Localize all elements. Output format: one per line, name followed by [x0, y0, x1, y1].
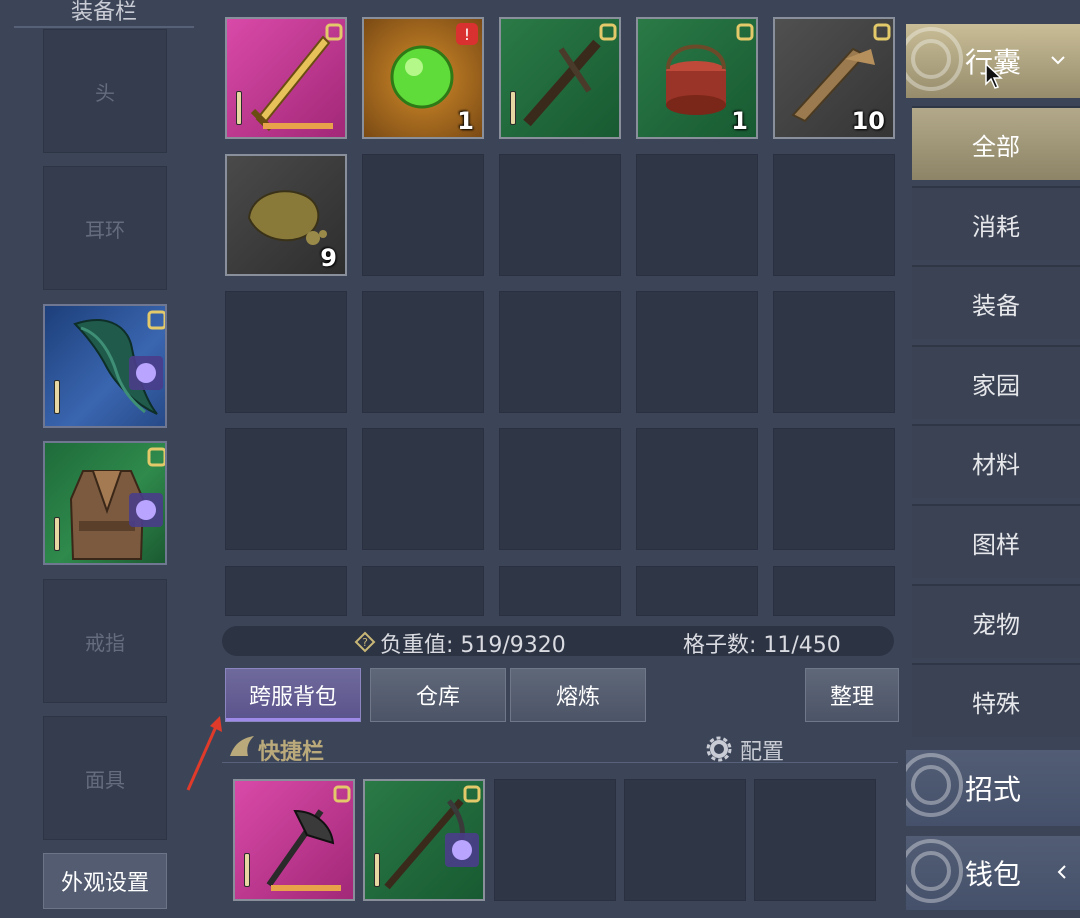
- equip-slot-earring[interactable]: 耳环: [43, 166, 167, 290]
- shortcut-divider: [222, 762, 898, 763]
- inventory-item-crossbow[interactable]: [499, 17, 621, 139]
- axe-icon: [266, 785, 351, 891]
- inventory-slot-empty[interactable]: [362, 291, 484, 413]
- inventory-slot-empty[interactable]: [225, 566, 347, 616]
- weight-label: 负重值: 519/9320: [380, 633, 566, 658]
- equip-slot-armor[interactable]: [43, 441, 167, 565]
- equip-slot-ring[interactable]: 戒指: [43, 579, 167, 703]
- equipment-title: 装备栏: [14, 0, 194, 28]
- equip-slot-head[interactable]: 头: [43, 29, 167, 153]
- tab-pets[interactable]: 宠物: [912, 584, 1080, 658]
- tab-equipment[interactable]: 装备: [912, 265, 1080, 339]
- item-quantity: 1: [457, 107, 474, 135]
- bind-marker: [510, 91, 516, 125]
- tab-materials[interactable]: 材料: [912, 424, 1080, 498]
- inventory-slot-empty[interactable]: [773, 291, 895, 413]
- equip-slot-cape[interactable]: [43, 304, 167, 428]
- inventory-slot-empty[interactable]: [499, 428, 621, 550]
- item-quantity: 1: [731, 107, 748, 135]
- svg-text:!: !: [464, 25, 470, 44]
- inventory-slot-empty[interactable]: [362, 154, 484, 276]
- inventory-slot-empty[interactable]: [636, 566, 758, 616]
- equip-slot-label: 面具: [85, 767, 125, 792]
- shortcut-slot-empty[interactable]: [494, 779, 616, 901]
- inventory-item-green-orb[interactable]: ! 1: [362, 17, 484, 139]
- slot-count-label: 格子数: 11/450: [683, 633, 841, 658]
- equip-slot-label: 戒指: [85, 630, 125, 655]
- sort-button[interactable]: 整理: [805, 668, 899, 722]
- inventory-item-ore[interactable]: 9: [225, 154, 347, 276]
- crossbow-icon: [384, 785, 481, 890]
- wallet-tab[interactable]: 钱包: [906, 836, 1080, 910]
- skills-tab[interactable]: 招式: [906, 750, 1080, 826]
- inventory-slot-empty[interactable]: [773, 566, 895, 616]
- shortcut-slot-empty[interactable]: [624, 779, 746, 901]
- bind-marker: [54, 380, 60, 414]
- equip-slot-label: 头: [95, 80, 115, 105]
- chevron-left-icon: [1057, 865, 1066, 879]
- inventory-slot-empty[interactable]: [636, 291, 758, 413]
- bind-marker: [374, 853, 380, 887]
- shortcut-slot-empty[interactable]: [754, 779, 876, 901]
- item-quantity: 9: [320, 244, 337, 272]
- tab-special[interactable]: 特殊: [912, 663, 1080, 737]
- inventory-slot-empty[interactable]: [499, 566, 621, 616]
- inventory-slot-empty[interactable]: [773, 154, 895, 276]
- shortcut-slot-crossbow[interactable]: [363, 779, 485, 901]
- tab-patterns[interactable]: 图样: [912, 504, 1080, 578]
- cape-icon: [73, 310, 165, 415]
- gear-icon[interactable]: [706, 736, 732, 762]
- inventory-slot-empty[interactable]: [225, 291, 347, 413]
- svg-text:?: ?: [362, 636, 368, 649]
- appearance-settings-button[interactable]: 外观设置: [43, 853, 167, 909]
- crossbow-icon: [523, 23, 617, 127]
- inventory-slot-empty[interactable]: [636, 428, 758, 550]
- smelt-button[interactable]: 熔炼: [510, 668, 646, 722]
- equip-slot-label: 耳环: [85, 217, 125, 242]
- wings-icon: [230, 736, 254, 756]
- inventory-slot-empty[interactable]: [636, 154, 758, 276]
- sword-icon: [250, 23, 343, 132]
- armor-icon: [69, 447, 165, 560]
- bind-marker: [244, 853, 250, 887]
- warehouse-button[interactable]: 仓库: [370, 668, 506, 722]
- cursor-icon: [985, 62, 1003, 89]
- item-quantity: 10: [851, 107, 885, 135]
- chevron-down-icon: [1051, 56, 1065, 65]
- bag-tab[interactable]: 行囊: [906, 24, 1080, 98]
- inventory-slot-empty[interactable]: [499, 291, 621, 413]
- inventory-item-wood-planks[interactable]: 10: [773, 17, 895, 139]
- inventory-slot-empty[interactable]: [499, 154, 621, 276]
- bind-marker: [54, 517, 60, 551]
- skills-tab-label: 招式: [964, 773, 1021, 806]
- inventory-slot-empty[interactable]: [773, 428, 895, 550]
- tab-home[interactable]: 家园: [912, 345, 1080, 419]
- inventory-slot-empty[interactable]: [362, 566, 484, 616]
- shortcut-slot-axe[interactable]: [233, 779, 355, 901]
- bind-marker: [236, 91, 242, 125]
- weight-icon: ?: [354, 631, 376, 653]
- tab-consumables[interactable]: 消耗: [912, 186, 1080, 260]
- inventory-item-golden-sword[interactable]: [225, 17, 347, 139]
- equip-slot-mask[interactable]: 面具: [43, 716, 167, 840]
- inventory-item-food-box[interactable]: 1: [636, 17, 758, 139]
- inventory-slot-empty[interactable]: [225, 428, 347, 550]
- cross-server-bag-button[interactable]: 跨服背包: [225, 668, 361, 722]
- inventory-slot-empty[interactable]: [362, 428, 484, 550]
- wallet-tab-label: 钱包: [964, 858, 1021, 891]
- annotation-arrow-icon: [186, 716, 222, 791]
- tab-all[interactable]: 全部: [912, 106, 1080, 180]
